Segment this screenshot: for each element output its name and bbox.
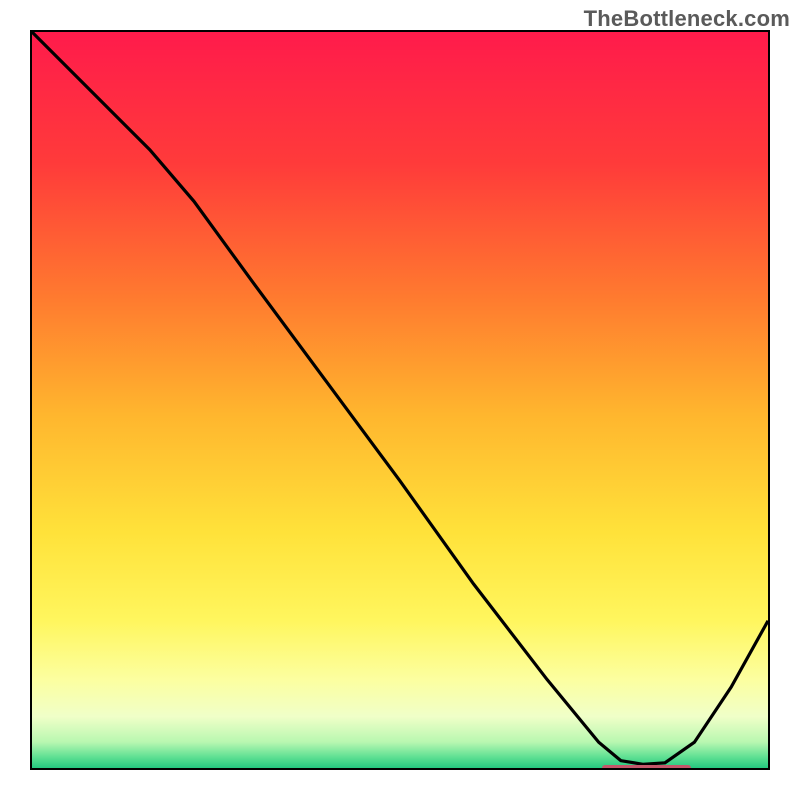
bottleneck-curve <box>32 32 768 768</box>
plot-area <box>30 30 770 770</box>
watermark-text: TheBottleneck.com <box>584 6 790 32</box>
optimal-range-marker <box>602 765 691 770</box>
chart-container: TheBottleneck.com <box>0 0 800 800</box>
